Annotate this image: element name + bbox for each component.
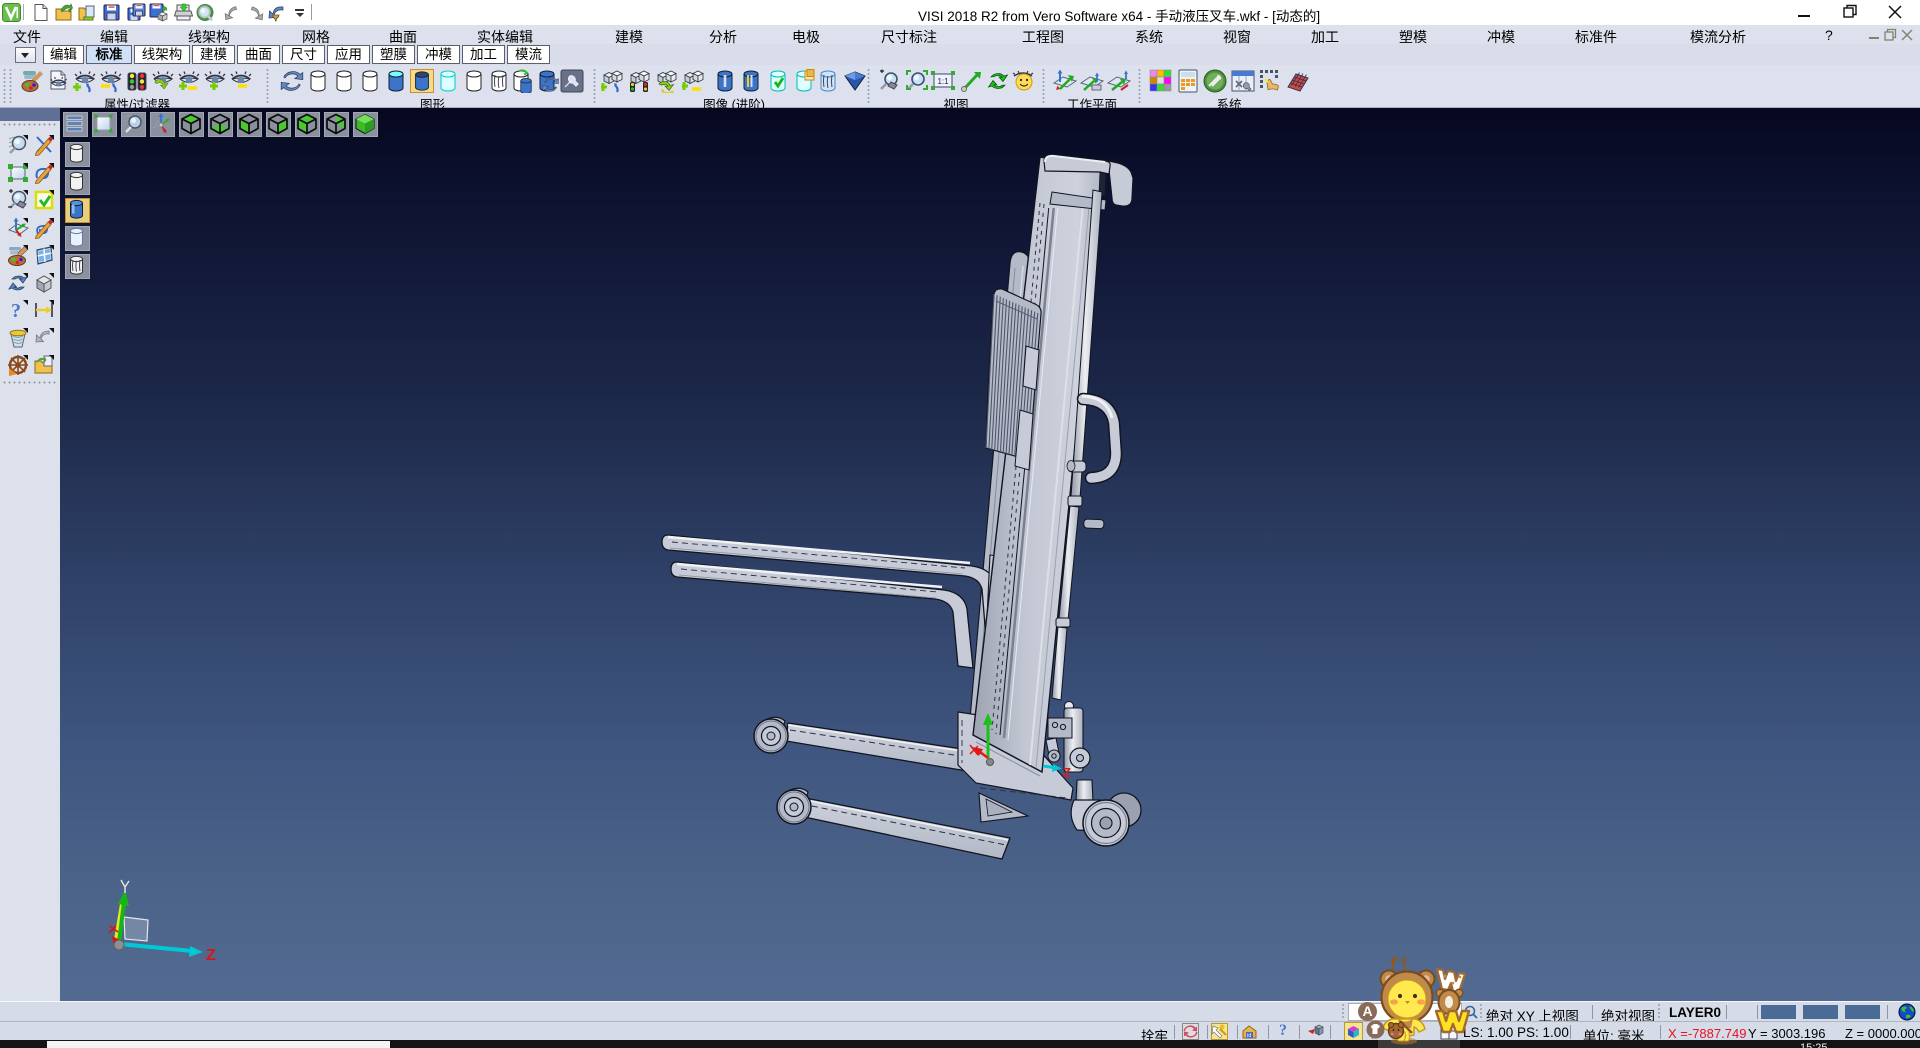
svg-text:?: ? bbox=[11, 300, 21, 321]
svg-text:id: id bbox=[1247, 1033, 1251, 1039]
svg-text:Z: Z bbox=[1063, 765, 1071, 780]
svg-text:1:1: 1:1 bbox=[937, 77, 949, 86]
svg-text:Z: Z bbox=[206, 947, 216, 964]
